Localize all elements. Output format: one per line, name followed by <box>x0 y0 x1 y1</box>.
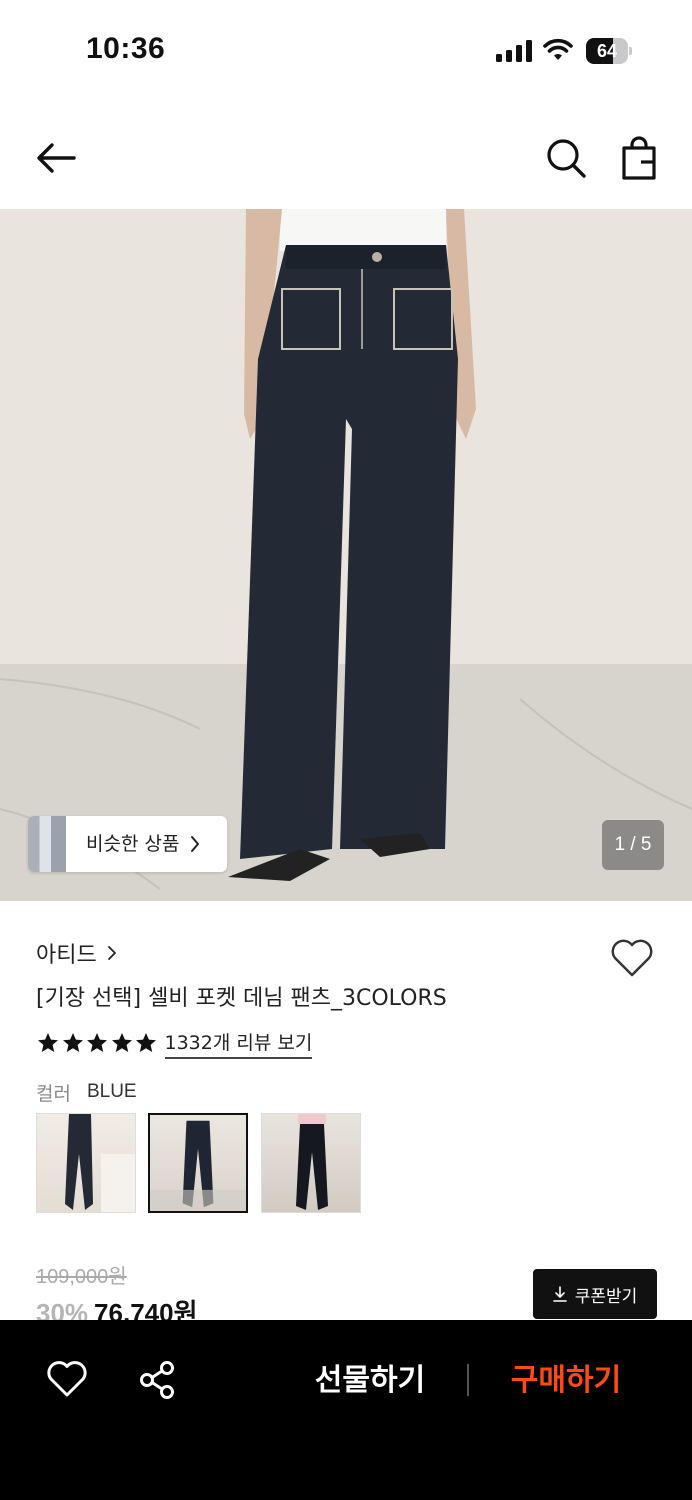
cellular-signal-icon <box>496 40 532 62</box>
color-swatch-3[interactable] <box>261 1113 361 1213</box>
similar-products-label: 비슷한 상품 <box>86 833 180 855</box>
heart-icon[interactable] <box>610 938 654 978</box>
color-swatch-2[interactable] <box>148 1113 248 1213</box>
divider <box>467 1364 469 1396</box>
download-icon <box>552 1286 567 1302</box>
coupon-label: 쿠폰받기 <box>574 1286 638 1307</box>
back-arrow-icon[interactable] <box>32 134 80 182</box>
search-icon[interactable] <box>542 134 590 182</box>
status-time: 10:36 <box>86 32 166 65</box>
reviews-link[interactable]: 1332개 리뷰 보기 <box>164 1028 313 1059</box>
battery-icon: 64 <box>586 38 632 64</box>
brand-name: 아티드 <box>36 943 97 968</box>
color-selector: 컬러 BLUE <box>36 1078 137 1106</box>
rating-stars <box>36 1031 159 1055</box>
similar-product-thumbnail <box>28 816 66 872</box>
star-icon <box>38 1033 58 1052</box>
star-icon <box>111 1033 132 1052</box>
nav-bar <box>0 110 692 206</box>
status-bar: 10:36 64 <box>0 0 692 100</box>
heart-icon[interactable] <box>46 1360 88 1398</box>
color-label: 컬러 <box>36 1082 71 1105</box>
bottom-action-bar: 선물하기 구매하기 <box>0 1320 692 1500</box>
product-title: [기장 선택] 셀비 포켓 데님 팬츠_3COLORS <box>36 986 447 1011</box>
brand-link[interactable]: 아티드 <box>36 936 117 970</box>
gift-button[interactable]: 선물하기 <box>300 1358 440 1404</box>
wifi-icon <box>543 38 573 60</box>
product-photo <box>0 209 692 901</box>
original-price: 109,000원 <box>36 1266 127 1288</box>
chevron-right-icon <box>191 836 199 852</box>
share-icon[interactable] <box>138 1360 176 1400</box>
get-coupon-button[interactable]: 쿠폰받기 <box>533 1269 657 1319</box>
shopping-bag-icon[interactable] <box>616 134 664 182</box>
color-swatch-1[interactable] <box>36 1113 136 1213</box>
rating-row: 1332개 리뷰 보기 <box>36 1026 313 1060</box>
battery-level: 64 <box>596 41 618 61</box>
buy-button[interactable]: 구매하기 <box>496 1358 636 1404</box>
star-icon <box>87 1033 107 1052</box>
chevron-right-icon <box>107 946 116 960</box>
product-image-carousel[interactable] <box>0 209 692 901</box>
star-icon <box>62 1033 83 1052</box>
image-page-indicator: 1 / 5 <box>602 820 664 870</box>
star-icon <box>136 1033 156 1052</box>
color-value: BLUE <box>86 1081 137 1102</box>
